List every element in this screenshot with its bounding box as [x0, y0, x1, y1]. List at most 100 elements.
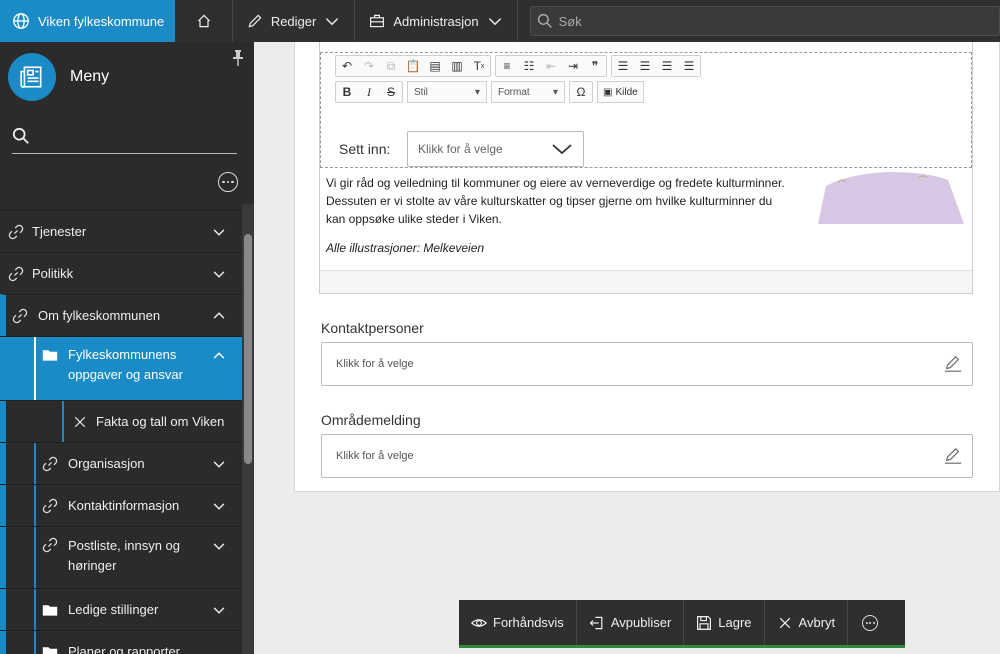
folder-icon — [42, 350, 58, 361]
toolbar-row-2: B I S Stil ▾ Format ▾ Ω ▣ Kilde — [335, 81, 644, 103]
menu-header: Meny — [0, 42, 254, 112]
chevron-up-icon[interactable] — [212, 309, 226, 323]
menu-logo[interactable] — [8, 53, 56, 101]
content-panel: ↶ ↷ ⧉ 📋 ▤ ▥ Tx ≡ ☷ ⇤ ⇥ ❞ ☰ ☰ ☰ ☰ B I S S… — [294, 42, 1000, 492]
sign-out-icon — [589, 616, 603, 629]
pencil-icon[interactable] — [944, 355, 962, 373]
edit-menu-button[interactable]: Rediger — [233, 0, 356, 42]
insert-select[interactable]: Klikk for å velge — [407, 131, 584, 167]
paste-icon[interactable]: 📋 — [402, 56, 424, 76]
home-button[interactable] — [175, 0, 233, 42]
paste-text-icon[interactable]: ▤ — [424, 56, 446, 76]
chevron-down-icon[interactable] — [212, 225, 226, 239]
align-justify-icon[interactable]: ☰ — [678, 56, 700, 76]
contacts-placeholder: Klikk for å velge — [336, 358, 414, 370]
chevron-down-icon[interactable] — [212, 499, 226, 513]
folder-icon — [42, 604, 58, 616]
strike-icon[interactable]: S — [380, 82, 402, 102]
sidebar-more-button[interactable] — [218, 172, 238, 192]
sidebar: Meny Tjenester Politikk Om fylkeskommune… — [0, 42, 254, 654]
align-center-icon[interactable]: ☰ — [634, 56, 656, 76]
briefcase-icon — [370, 14, 385, 28]
paste-word-icon[interactable]: ▥ — [446, 56, 468, 76]
main-content: ↶ ↷ ⧉ 📋 ▤ ▥ Tx ≡ ☷ ⇤ ⇥ ❞ ☰ ☰ ☰ ☰ B I S S… — [254, 42, 1000, 654]
bold-icon[interactable]: B — [336, 82, 358, 102]
area-placeholder: Klikk for å velge — [336, 450, 414, 462]
contacts-field[interactable]: Klikk for å velge — [321, 342, 973, 386]
outdent-icon[interactable]: ⇤ — [540, 56, 562, 76]
search-placeholder: Søk — [558, 13, 582, 29]
remove-format-icon[interactable]: Tx — [468, 56, 490, 76]
format-select[interactable]: Format ▾ — [491, 81, 565, 103]
sidebar-item-label: Politikk — [32, 266, 74, 281]
link-icon — [42, 498, 58, 513]
toolbar-group-lists: ≡ ☷ ⇤ ⇥ ❞ — [495, 55, 607, 77]
rich-text-editor: ↶ ↷ ⧉ 📋 ▤ ▥ Tx ≡ ☷ ⇤ ⇥ ❞ ☰ ☰ ☰ ☰ B I S S… — [319, 42, 973, 294]
sidebar-item-politikk[interactable]: Politikk — [0, 252, 242, 294]
contacts-label: Kontaktpersoner — [321, 320, 424, 336]
edit-label: Rediger — [270, 13, 317, 29]
sidebar-scrollbar-thumb[interactable] — [244, 234, 252, 464]
special-char-icon[interactable]: Ω — [570, 82, 592, 102]
sidebar-item-label: Postliste, innsyn og høringer — [68, 536, 180, 576]
menu-title: Meny — [70, 68, 110, 85]
sidebar-item-planer-og-rapporter[interactable]: Planer og rapporter — [0, 630, 242, 654]
indent-icon[interactable]: ⇥ — [562, 56, 584, 76]
sidebar-item-label: Fakta og tall om Viken — [96, 414, 225, 429]
source-button[interactable]: ▣ Kilde — [597, 81, 644, 103]
more-actions-button[interactable] — [848, 600, 892, 645]
sidebar-search-input[interactable] — [12, 124, 237, 154]
sidebar-nav: Tjenester Politikk Om fylkeskommunen Fyl… — [0, 210, 242, 654]
toolbar-group-align: ☰ ☰ ☰ ☰ — [611, 55, 701, 77]
sidebar-item-ledige-stillinger[interactable]: Ledige stillinger — [0, 588, 242, 630]
blockquote-icon[interactable]: ❞ — [584, 56, 606, 76]
editor-caption[interactable]: Alle illustrasjoner: Melkeveien — [326, 241, 484, 255]
illustration-image — [818, 172, 964, 224]
save-button[interactable]: Lagre — [684, 600, 765, 645]
unpublish-button[interactable]: Avpubliser — [577, 600, 685, 645]
style-select[interactable]: Stil ▾ — [407, 81, 487, 103]
editor-body-text[interactable]: Vi gir råd og veiledning til kommuner og… — [326, 174, 792, 228]
sidebar-item-organisasjon[interactable]: Organisasjon — [0, 442, 242, 484]
align-right-icon[interactable]: ☰ — [656, 56, 678, 76]
bullet-list-icon[interactable]: ☷ — [518, 56, 540, 76]
toolbar-row-1: ↶ ↷ ⧉ 📋 ▤ ▥ Tx ≡ ☷ ⇤ ⇥ ❞ ☰ ☰ ☰ ☰ — [335, 55, 701, 77]
preview-label: Forhåndsvis — [493, 615, 564, 630]
chevron-down-icon[interactable] — [212, 457, 226, 471]
cancel-button[interactable]: Avbryt — [765, 600, 849, 645]
copy-icon[interactable]: ⧉ — [380, 56, 402, 76]
admin-menu-button[interactable]: Administrasjon — [355, 0, 518, 42]
sidebar-item-om-fylkeskommunen[interactable]: Om fylkeskommunen — [0, 294, 242, 336]
sidebar-item-tjenester[interactable]: Tjenester — [0, 210, 242, 252]
sidebar-item-label: Ledige stillinger — [68, 602, 159, 617]
preview-button[interactable]: Forhåndsvis — [459, 600, 577, 645]
pin-icon[interactable] — [232, 50, 244, 66]
chevron-down-icon — [552, 144, 572, 155]
source-icon: ▣ — [603, 86, 613, 98]
sidebar-item-fakta-og-tall[interactable]: Fakta og tall om Viken — [0, 400, 242, 442]
toolbar-group-special: Ω — [569, 81, 593, 103]
pencil-icon — [248, 14, 262, 28]
chevron-down-icon[interactable] — [212, 267, 226, 281]
sidebar-item-kontaktinformasjon[interactable]: Kontaktinformasjon — [0, 484, 242, 526]
search-input[interactable]: Søk — [529, 6, 1000, 36]
align-left-icon[interactable]: ☰ — [612, 56, 634, 76]
action-bar: Forhåndsvis Avpubliser Lagre Avbryt — [459, 600, 905, 648]
chevron-up-icon[interactable] — [212, 349, 226, 363]
pencil-icon[interactable] — [944, 447, 962, 465]
chevron-down-icon — [326, 18, 339, 26]
chevron-down-icon[interactable] — [212, 539, 226, 553]
sidebar-item-fylkeskommunens-oppgaver[interactable]: Fylkeskommunens oppgaver og ansvar — [0, 336, 242, 400]
italic-icon[interactable]: I — [358, 82, 380, 102]
sidebar-item-label-line1: Fylkeskommunens — [68, 347, 177, 362]
search-icon — [12, 127, 29, 144]
area-field[interactable]: Klikk for å velge — [321, 434, 973, 478]
chevron-down-icon[interactable] — [212, 603, 226, 617]
site-button[interactable]: Viken fylkeskommune — [0, 0, 176, 42]
caret-down-icon: ▾ — [552, 86, 558, 98]
numbered-list-icon[interactable]: ≡ — [496, 56, 518, 76]
globe-icon — [13, 13, 29, 29]
sidebar-item-postliste[interactable]: Postliste, innsyn og høringer — [0, 526, 242, 588]
redo-icon[interactable]: ↷ — [358, 56, 380, 76]
undo-icon[interactable]: ↶ — [336, 56, 358, 76]
